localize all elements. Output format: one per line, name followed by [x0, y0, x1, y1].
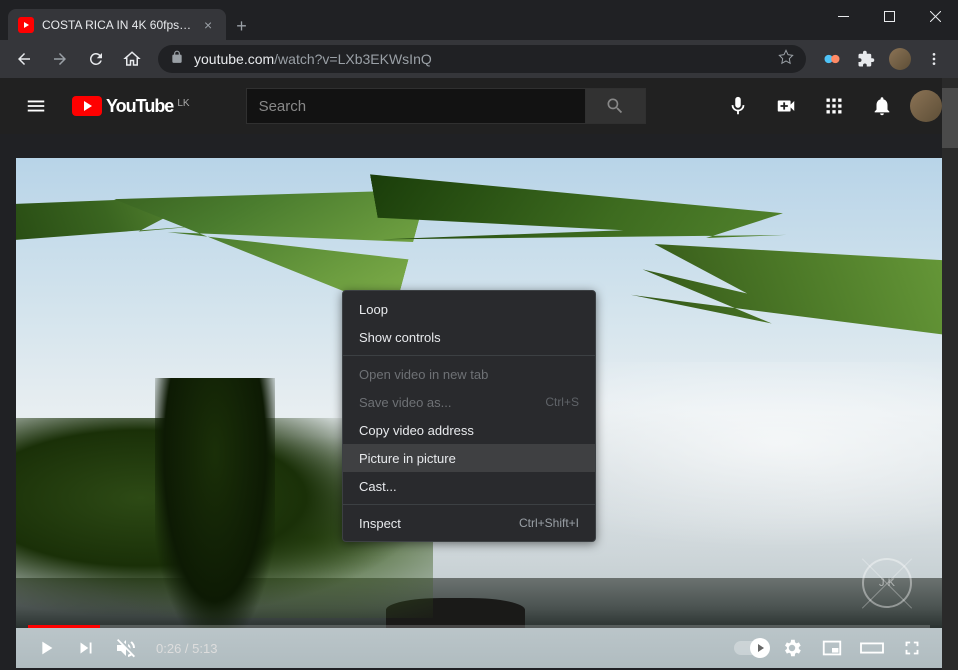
- fullscreen-button[interactable]: [894, 630, 930, 666]
- back-button[interactable]: [8, 43, 40, 75]
- context-menu-item: Open video in new tab: [343, 360, 595, 388]
- context-menu-item[interactable]: Inspect Ctrl+Shift+I: [343, 509, 595, 537]
- context-menu-label: Picture in picture: [359, 451, 456, 466]
- youtube-favicon-icon: [18, 17, 34, 33]
- video-watermark: J K: [862, 558, 912, 608]
- youtube-logo-text: YouTube: [106, 96, 173, 117]
- extension-icons: [816, 43, 950, 75]
- extension-icon-1[interactable]: [816, 43, 848, 75]
- hamburger-menu-icon[interactable]: [16, 86, 56, 126]
- new-tab-button[interactable]: +: [226, 12, 257, 41]
- context-menu-label: Open video in new tab: [359, 367, 488, 382]
- address-bar: youtube.com/watch?v=LXb3EKWsInQ: [0, 40, 958, 78]
- account-avatar[interactable]: [910, 90, 942, 122]
- extensions-puzzle-icon[interactable]: [850, 43, 882, 75]
- notifications-button[interactable]: [862, 86, 902, 126]
- maximize-button[interactable]: [866, 0, 912, 32]
- context-menu-item: Save video as... Ctrl+S: [343, 388, 595, 416]
- create-button[interactable]: [766, 86, 806, 126]
- window-titlebar: COSTA RICA IN 4K 60fps HDR (U... × +: [0, 0, 958, 40]
- context-menu-label: Copy video address: [359, 423, 474, 438]
- browser-tab[interactable]: COSTA RICA IN 4K 60fps HDR (U... ×: [8, 9, 226, 41]
- context-menu-item[interactable]: Cast...: [343, 472, 595, 500]
- context-menu-label: Cast...: [359, 479, 397, 494]
- tab-title: COSTA RICA IN 4K 60fps HDR (U...: [42, 18, 192, 32]
- youtube-logo[interactable]: YouTube LK: [72, 96, 190, 117]
- tab-strip: COSTA RICA IN 4K 60fps HDR (U... × +: [0, 0, 257, 41]
- youtube-logo-icon: [72, 96, 102, 116]
- url-text: youtube.com/watch?v=LXb3EKWsInQ: [194, 51, 768, 67]
- player-controls: 0:26 / 5:13: [16, 628, 942, 668]
- search-input[interactable]: Search: [246, 88, 586, 124]
- settings-button[interactable]: [774, 630, 810, 666]
- theater-mode-button[interactable]: [854, 630, 890, 666]
- context-menu-label: Save video as...: [359, 395, 452, 410]
- header-actions: [718, 86, 942, 126]
- forward-button[interactable]: [44, 43, 76, 75]
- bookmark-star-icon[interactable]: [778, 49, 794, 70]
- browser-menu-button[interactable]: [918, 43, 950, 75]
- page-scrollbar[interactable]: [942, 78, 958, 670]
- reload-button[interactable]: [80, 43, 112, 75]
- close-tab-icon[interactable]: ×: [200, 17, 216, 33]
- context-menu: Loop Show controls Open video in new tab Sa…: [342, 290, 596, 542]
- context-menu-label: Loop: [359, 302, 388, 317]
- miniplayer-button[interactable]: [814, 630, 850, 666]
- search-button[interactable]: [586, 88, 646, 124]
- youtube-country-code: LK: [177, 98, 189, 109]
- url-input[interactable]: youtube.com/watch?v=LXb3EKWsInQ: [158, 45, 806, 73]
- window-controls: [820, 0, 958, 32]
- play-button[interactable]: [28, 630, 64, 666]
- profile-avatar[interactable]: [884, 43, 916, 75]
- minimize-button[interactable]: [820, 0, 866, 32]
- context-menu-item[interactable]: Show controls: [343, 323, 595, 351]
- context-menu-item[interactable]: Copy video address: [343, 416, 595, 444]
- home-button[interactable]: [116, 43, 148, 75]
- scrollbar-thumb[interactable]: [942, 88, 958, 148]
- context-menu-label: Show controls: [359, 330, 441, 345]
- context-menu-item[interactable]: Picture in picture: [343, 444, 595, 472]
- mute-button[interactable]: [108, 630, 144, 666]
- context-menu-shortcut: Ctrl+S: [545, 395, 579, 409]
- lock-icon: [170, 50, 184, 69]
- context-menu-divider: [343, 355, 595, 356]
- close-window-button[interactable]: [912, 0, 958, 32]
- autoplay-toggle[interactable]: [734, 641, 770, 655]
- youtube-header: YouTube LK Search: [0, 78, 958, 134]
- context-menu-label: Inspect: [359, 516, 401, 531]
- next-button[interactable]: [68, 630, 104, 666]
- time-display: 0:26 / 5:13: [148, 641, 225, 656]
- context-menu-divider: [343, 504, 595, 505]
- apps-button[interactable]: [814, 86, 854, 126]
- context-menu-shortcut: Ctrl+Shift+I: [519, 516, 579, 530]
- voice-search-button[interactable]: [718, 86, 758, 126]
- search-container: Search: [246, 88, 646, 124]
- context-menu-item[interactable]: Loop: [343, 295, 595, 323]
